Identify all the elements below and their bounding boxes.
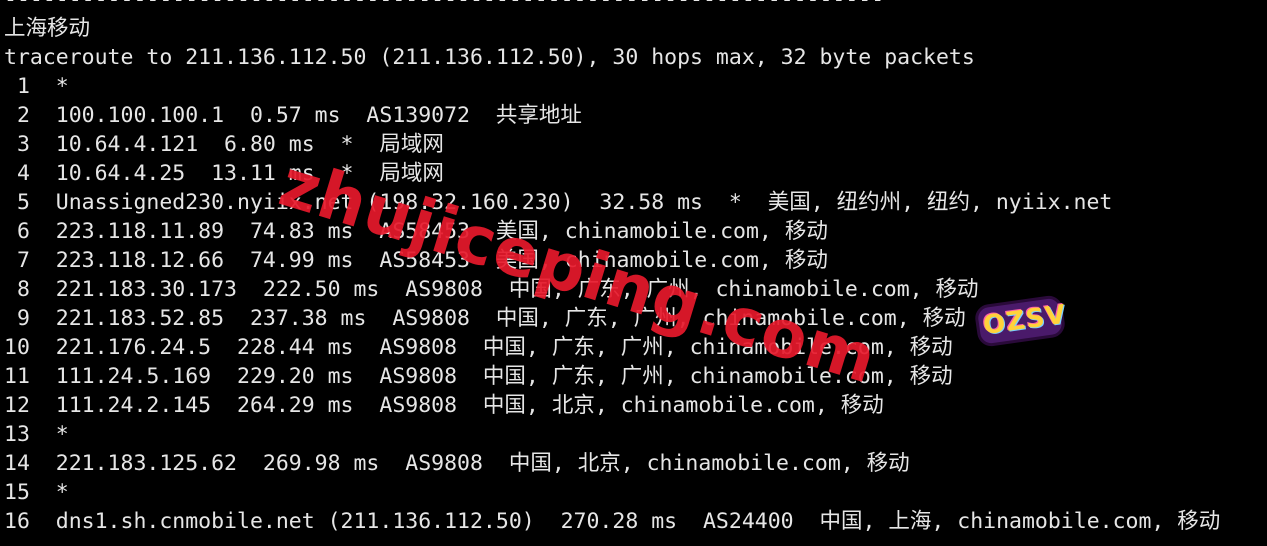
hop-line: 15 * bbox=[4, 480, 69, 505]
hop-line: 1 * bbox=[4, 74, 69, 99]
hop-line: 5 Unassigned230.nyiix.net (198.32.160.23… bbox=[4, 190, 1113, 215]
hop-line: 13 * bbox=[4, 422, 69, 447]
hop-line: 16 dns1.sh.cnmobile.net (211.136.112.50)… bbox=[4, 509, 1221, 534]
hop-line: 3 10.64.4.121 6.80 ms * 局域网 bbox=[4, 132, 444, 157]
traceroute-header: traceroute to 211.136.112.50 (211.136.11… bbox=[4, 45, 975, 70]
sticker-label: OZSV bbox=[981, 299, 1069, 342]
hop-line: 14 221.183.125.62 269.98 ms AS9808 中国, 北… bbox=[4, 451, 910, 476]
hop-line: 12 111.24.2.145 264.29 ms AS9808 中国, 北京,… bbox=[4, 393, 884, 418]
section-title: 上海移动 bbox=[4, 16, 91, 41]
hop-line: 2 100.100.100.1 0.57 ms AS139072 共享地址 bbox=[4, 103, 582, 128]
separator-line: ----------------------------------------… bbox=[4, 0, 884, 14]
